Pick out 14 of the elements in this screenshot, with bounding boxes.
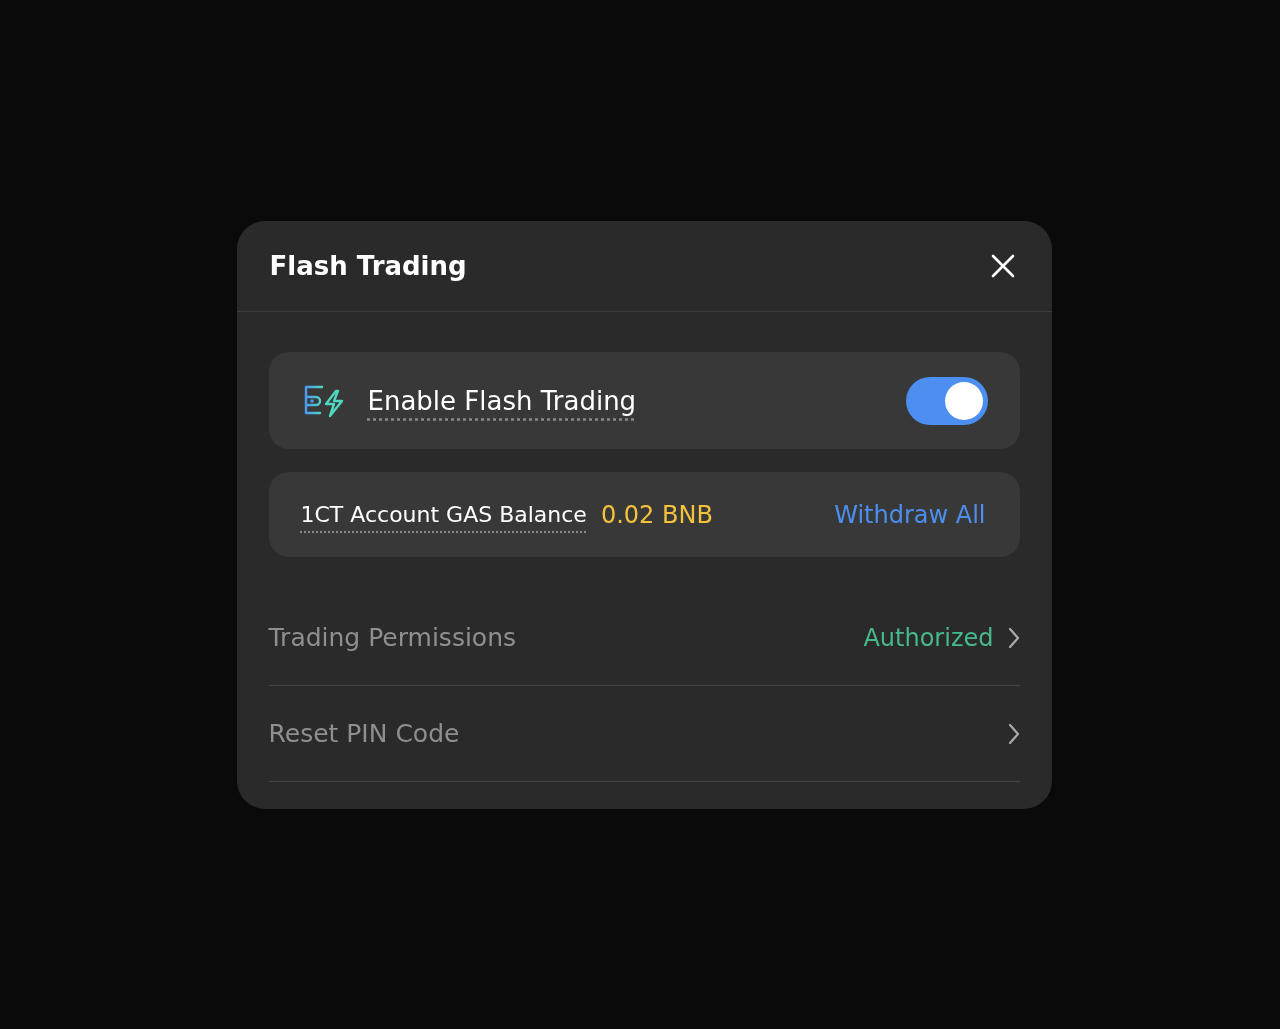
withdraw-link[interactable]: Withdraw All: [834, 500, 986, 529]
row-label: Reset PIN Code: [268, 719, 460, 748]
status-text: Authorized: [863, 623, 994, 652]
chevron-right-icon: [1007, 626, 1020, 649]
balance-value: 0.02 BNB: [600, 500, 713, 529]
dialog-title: Flash Trading: [269, 251, 467, 281]
settings-row[interactable]: Reset PIN Code: [268, 686, 1020, 782]
settings-row[interactable]: Trading Permissions Authorized: [268, 590, 1020, 686]
balance-label: 1CT Account GAS Balance: [300, 502, 587, 527]
toggle-switch[interactable]: [905, 376, 988, 425]
row-label: Trading Permissions: [268, 623, 517, 652]
chevron-right-icon: [1007, 722, 1020, 745]
close-icon[interactable]: [990, 254, 1015, 278]
setting-label: Enable Flash Trading: [367, 385, 637, 416]
